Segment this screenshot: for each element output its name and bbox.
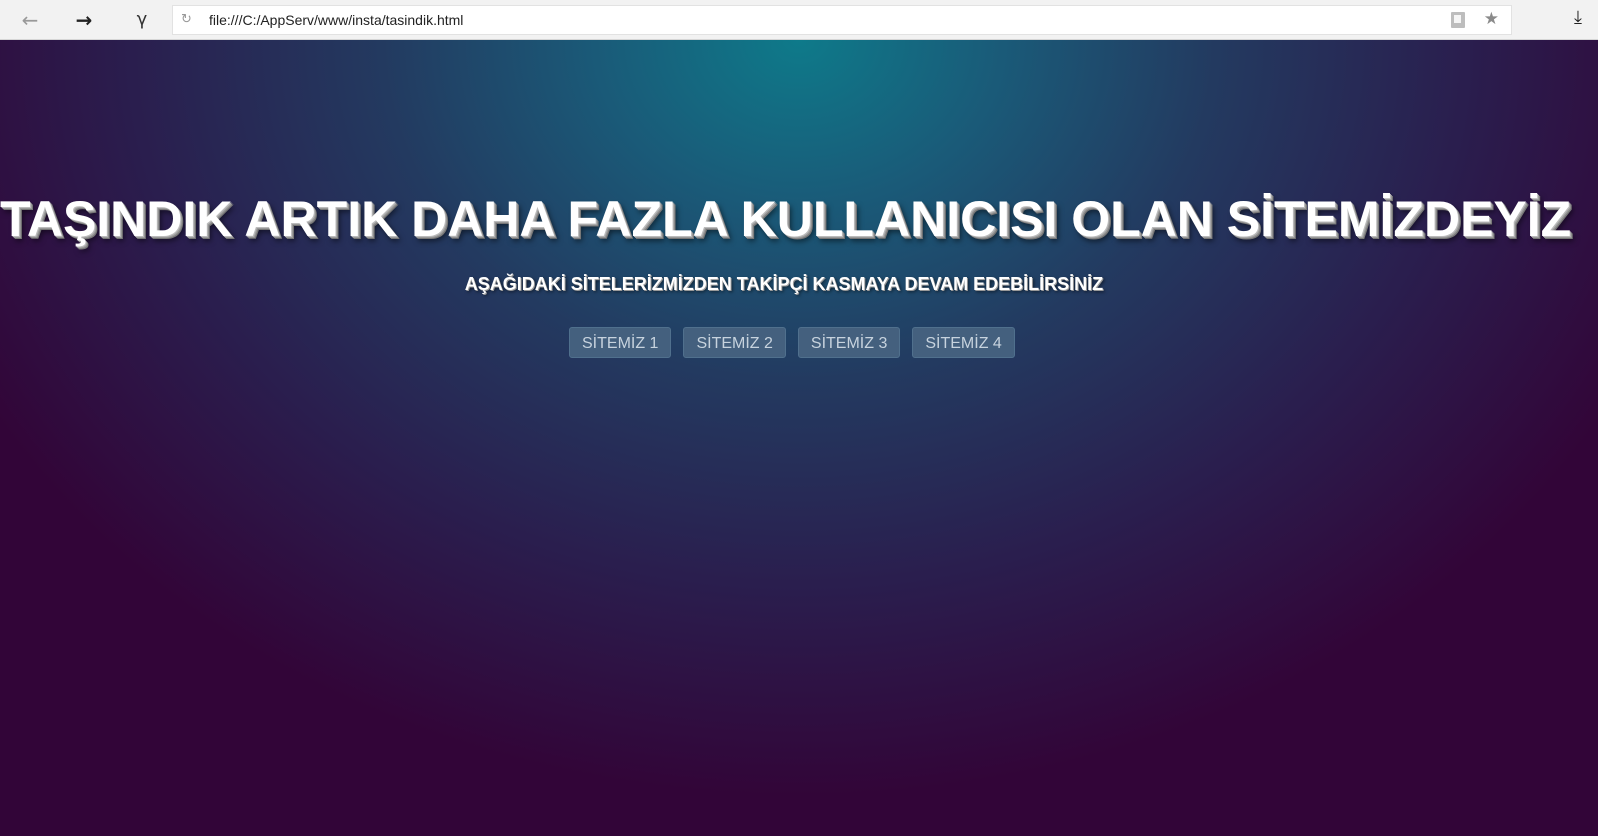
forward-arrow-icon[interactable]: →	[70, 6, 98, 34]
address-bar[interactable]: ↻ file:///C:/AppServ/www/insta/tasindik.…	[172, 5, 1512, 35]
reload-icon[interactable]: ↻	[181, 12, 192, 27]
page-content: TAŞINDIK ARTIK DAHA FAZLA KULLANICISI OL…	[0, 40, 1598, 836]
url-text[interactable]: file:///C:/AppServ/www/insta/tasindik.ht…	[209, 12, 463, 28]
site-4-button[interactable]: SİTEMİZ 4	[912, 327, 1015, 358]
back-arrow-icon[interactable]: ←	[16, 6, 44, 34]
site-1-button[interactable]: SİTEMİZ 1	[569, 327, 672, 358]
page-icon[interactable]	[1451, 12, 1465, 28]
page-subtitle: AŞAĞIDAKİ SİTELERİZMİZDEN TAKİPÇİ KASMAY…	[464, 274, 1104, 294]
site-3-button[interactable]: SİTEMİZ 3	[797, 327, 901, 358]
download-icon[interactable]: ⤓	[1574, 7, 1582, 28]
page-title: TAŞINDIK ARTIK DAHA FAZLA KULLANICISI OL…	[0, 191, 1572, 247]
browser-toolbar: ← → γ ↻ file:///C:/AppServ/www/insta/tas…	[0, 0, 1598, 40]
gamma-icon[interactable]: γ	[128, 6, 156, 34]
site-buttons: SİTEMİZ 1 SİTEMİZ 2 SİTEMİZ 3 SİTEMİZ 4	[569, 327, 1015, 358]
star-icon[interactable]: ★	[1484, 9, 1499, 29]
site-2-button[interactable]: SİTEMİZ 2	[683, 327, 786, 358]
